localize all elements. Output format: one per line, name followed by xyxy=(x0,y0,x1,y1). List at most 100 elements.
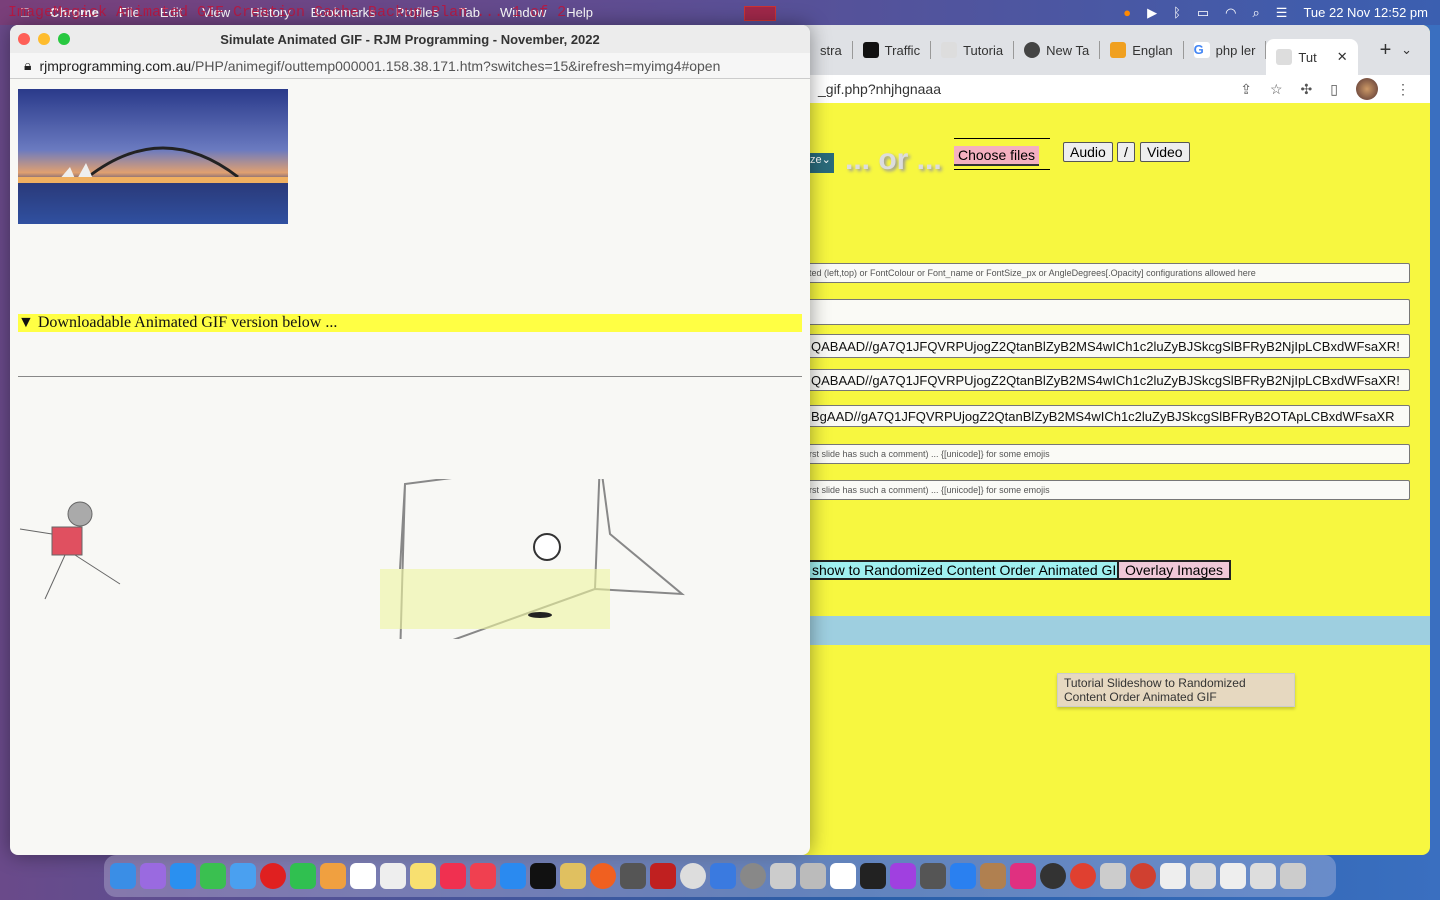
soccer-ball-icon xyxy=(533,533,561,561)
left-browser-window: Simulate Animated GIF - RJM Programming … xyxy=(10,25,810,855)
new-tab-icon[interactable]: + xyxy=(1380,39,1392,62)
filezilla-icon[interactable] xyxy=(650,863,676,889)
messages-icon[interactable] xyxy=(200,863,226,889)
app-store-icon[interactable] xyxy=(500,863,526,889)
config-input[interactable]: ted (left,top) or FontColour or Font_nam… xyxy=(790,263,1410,283)
data-uri-input-2[interactable]: QABAAD//gA7Q1JFQVRPUjogZ2QtanBlZyB2MS4wI… xyxy=(790,369,1410,391)
downloads-icon[interactable] xyxy=(1190,863,1216,889)
battery-icon[interactable]: ▭ xyxy=(1197,5,1209,21)
flame-icon[interactable]: ● xyxy=(1123,5,1131,20)
more-menu-icon[interactable]: ⋮ xyxy=(1396,81,1410,98)
photos-icon[interactable] xyxy=(320,863,346,889)
data-uri-input-1[interactable]: QABAAD//gA7Q1JFQVRPUjogZ2QtanBlZyB2MS4wI… xyxy=(790,334,1410,358)
chrome-icon[interactable] xyxy=(1070,863,1096,889)
app-icon[interactable] xyxy=(1100,863,1126,889)
safari-icon[interactable] xyxy=(170,863,196,889)
opera-icon[interactable] xyxy=(260,863,286,889)
system-preferences-icon[interactable] xyxy=(740,863,766,889)
maximize-window-button[interactable] xyxy=(58,33,70,45)
intellij-icon[interactable] xyxy=(1010,863,1036,889)
tv-icon[interactable] xyxy=(530,863,556,889)
launchpad-icon[interactable] xyxy=(140,863,166,889)
audio-button[interactable]: Audio xyxy=(1063,142,1113,162)
avatar[interactable] xyxy=(1356,78,1378,100)
data-uri-input-3[interactable]: BgAAD//gA7Q1JFQVRPUjogZ2QtanBlZyB2MS4wIC… xyxy=(790,405,1410,427)
bookmark-star-icon[interactable]: ☆ xyxy=(1270,81,1283,98)
right-browser-window: stra Traffic Tutoria New Ta Englan Gphp … xyxy=(790,25,1430,855)
tab[interactable]: Traffic xyxy=(853,41,932,59)
play-icon[interactable]: ▶ xyxy=(1147,5,1157,21)
comment-input-2[interactable]: rst slide has such a comment) ... {[unic… xyxy=(790,480,1410,500)
calculator-icon[interactable] xyxy=(620,863,646,889)
video-button[interactable]: Video xyxy=(1140,142,1190,162)
app-icon[interactable] xyxy=(1220,863,1246,889)
control-center-icon[interactable]: ☰ xyxy=(1276,5,1288,21)
comment-input-1[interactable]: rst slide has such a comment) ... {[unic… xyxy=(790,444,1410,464)
address-bar[interactable]: _gif.php?nhjhgnaaa ⇪ ☆ ✣ ▯ ⋮ xyxy=(790,75,1430,103)
podcasts-icon[interactable] xyxy=(890,863,916,889)
url-text[interactable]: _gif.php?nhjhgnaaa xyxy=(818,81,941,97)
bluetooth-icon[interactable]: ᛒ xyxy=(1173,5,1181,20)
app-icon[interactable] xyxy=(1250,863,1276,889)
textedit-icon[interactable] xyxy=(830,863,856,889)
app-icon[interactable] xyxy=(1160,863,1186,889)
app-icon[interactable] xyxy=(770,863,796,889)
side-panel-icon[interactable]: ▯ xyxy=(1330,81,1338,98)
tab[interactable]: Gphp ler xyxy=(1184,41,1267,59)
tooltip: Tutorial Slideshow to Randomized Content… xyxy=(1057,673,1295,707)
tab[interactable]: stra xyxy=(810,41,853,59)
close-window-button[interactable] xyxy=(18,33,30,45)
details-summary[interactable]: ▼ Downloadable Animated GIF version belo… xyxy=(18,314,802,332)
menu-help[interactable]: Help xyxy=(566,5,593,20)
wifi-icon[interactable]: ◠ xyxy=(1225,5,1236,21)
tab-search-chevron-icon[interactable]: ⌄ xyxy=(1401,42,1412,58)
share-icon[interactable]: ⇪ xyxy=(1240,81,1252,98)
text-input[interactable] xyxy=(790,299,1410,325)
app-icon[interactable] xyxy=(920,863,946,889)
tab-active[interactable]: Tut ✕ xyxy=(1266,39,1358,75)
clock[interactable]: Tue 22 Nov 12:52 pm xyxy=(1303,5,1428,20)
address-bar[interactable]: 🔒︎ rjmprogramming.com.au/PHP/animegif/ou… xyxy=(10,53,810,79)
url-domain[interactable]: rjmprogramming.com.au xyxy=(39,58,191,74)
app-icon[interactable] xyxy=(560,863,586,889)
extensions-icon[interactable]: ✣ xyxy=(1301,81,1313,98)
or-text: ... or ... xyxy=(845,143,942,176)
calendar-icon[interactable] xyxy=(350,863,376,889)
xcode-icon[interactable] xyxy=(710,863,736,889)
window-title-bar: Simulate Animated GIF - RJM Programming … xyxy=(10,25,810,53)
facetime-icon[interactable] xyxy=(290,863,316,889)
preview-icon[interactable] xyxy=(800,863,826,889)
quicktime-icon[interactable] xyxy=(1040,863,1066,889)
app-icon[interactable] xyxy=(1130,863,1156,889)
tab[interactable]: New Ta xyxy=(1014,41,1101,59)
mail-icon[interactable] xyxy=(230,863,256,889)
size-select[interactable]: ze⌄ xyxy=(810,153,834,173)
firefox-icon[interactable] xyxy=(590,863,616,889)
file-input[interactable]: Choose files xyxy=(954,138,1050,170)
finder-icon[interactable] xyxy=(110,863,136,889)
minimize-window-button[interactable] xyxy=(38,33,50,45)
chrome-icon xyxy=(1024,42,1041,58)
page-content: ▼ Downloadable Animated GIF version belo… xyxy=(10,79,810,855)
screen-record-icon[interactable] xyxy=(744,6,776,21)
slash-button[interactable]: / xyxy=(1117,142,1135,162)
trash-icon[interactable] xyxy=(1280,863,1306,889)
news-icon[interactable] xyxy=(470,863,496,889)
bbedit-icon[interactable] xyxy=(680,863,706,889)
reminders-icon[interactable] xyxy=(380,863,406,889)
rjm-icon xyxy=(941,42,958,58)
music-icon[interactable] xyxy=(440,863,466,889)
terminal-icon[interactable] xyxy=(860,863,886,889)
url-path[interactable]: /PHP/animegif/outtemp000001.158.38.171.h… xyxy=(191,58,720,74)
status-area: ● ▶ ᛒ ▭ ◠ ⌕ ☰ Tue 22 Nov 12:52 pm xyxy=(1123,0,1428,25)
overlay-images-button[interactable]: Overlay Images xyxy=(1117,560,1232,580)
notes-icon[interactable] xyxy=(410,863,436,889)
slideshow-button[interactable]: show to Randomized Content Order Animate… xyxy=(790,560,1133,580)
choose-files-button[interactable]: Choose files xyxy=(954,146,1040,166)
app-icon[interactable] xyxy=(980,863,1006,889)
tab[interactable]: Englan xyxy=(1100,41,1184,59)
tab[interactable]: Tutoria xyxy=(931,41,1015,59)
search-icon[interactable]: ⌕ xyxy=(1253,5,1260,21)
zoom-icon[interactable] xyxy=(950,863,976,889)
close-tab-icon[interactable]: ✕ xyxy=(1337,49,1348,65)
